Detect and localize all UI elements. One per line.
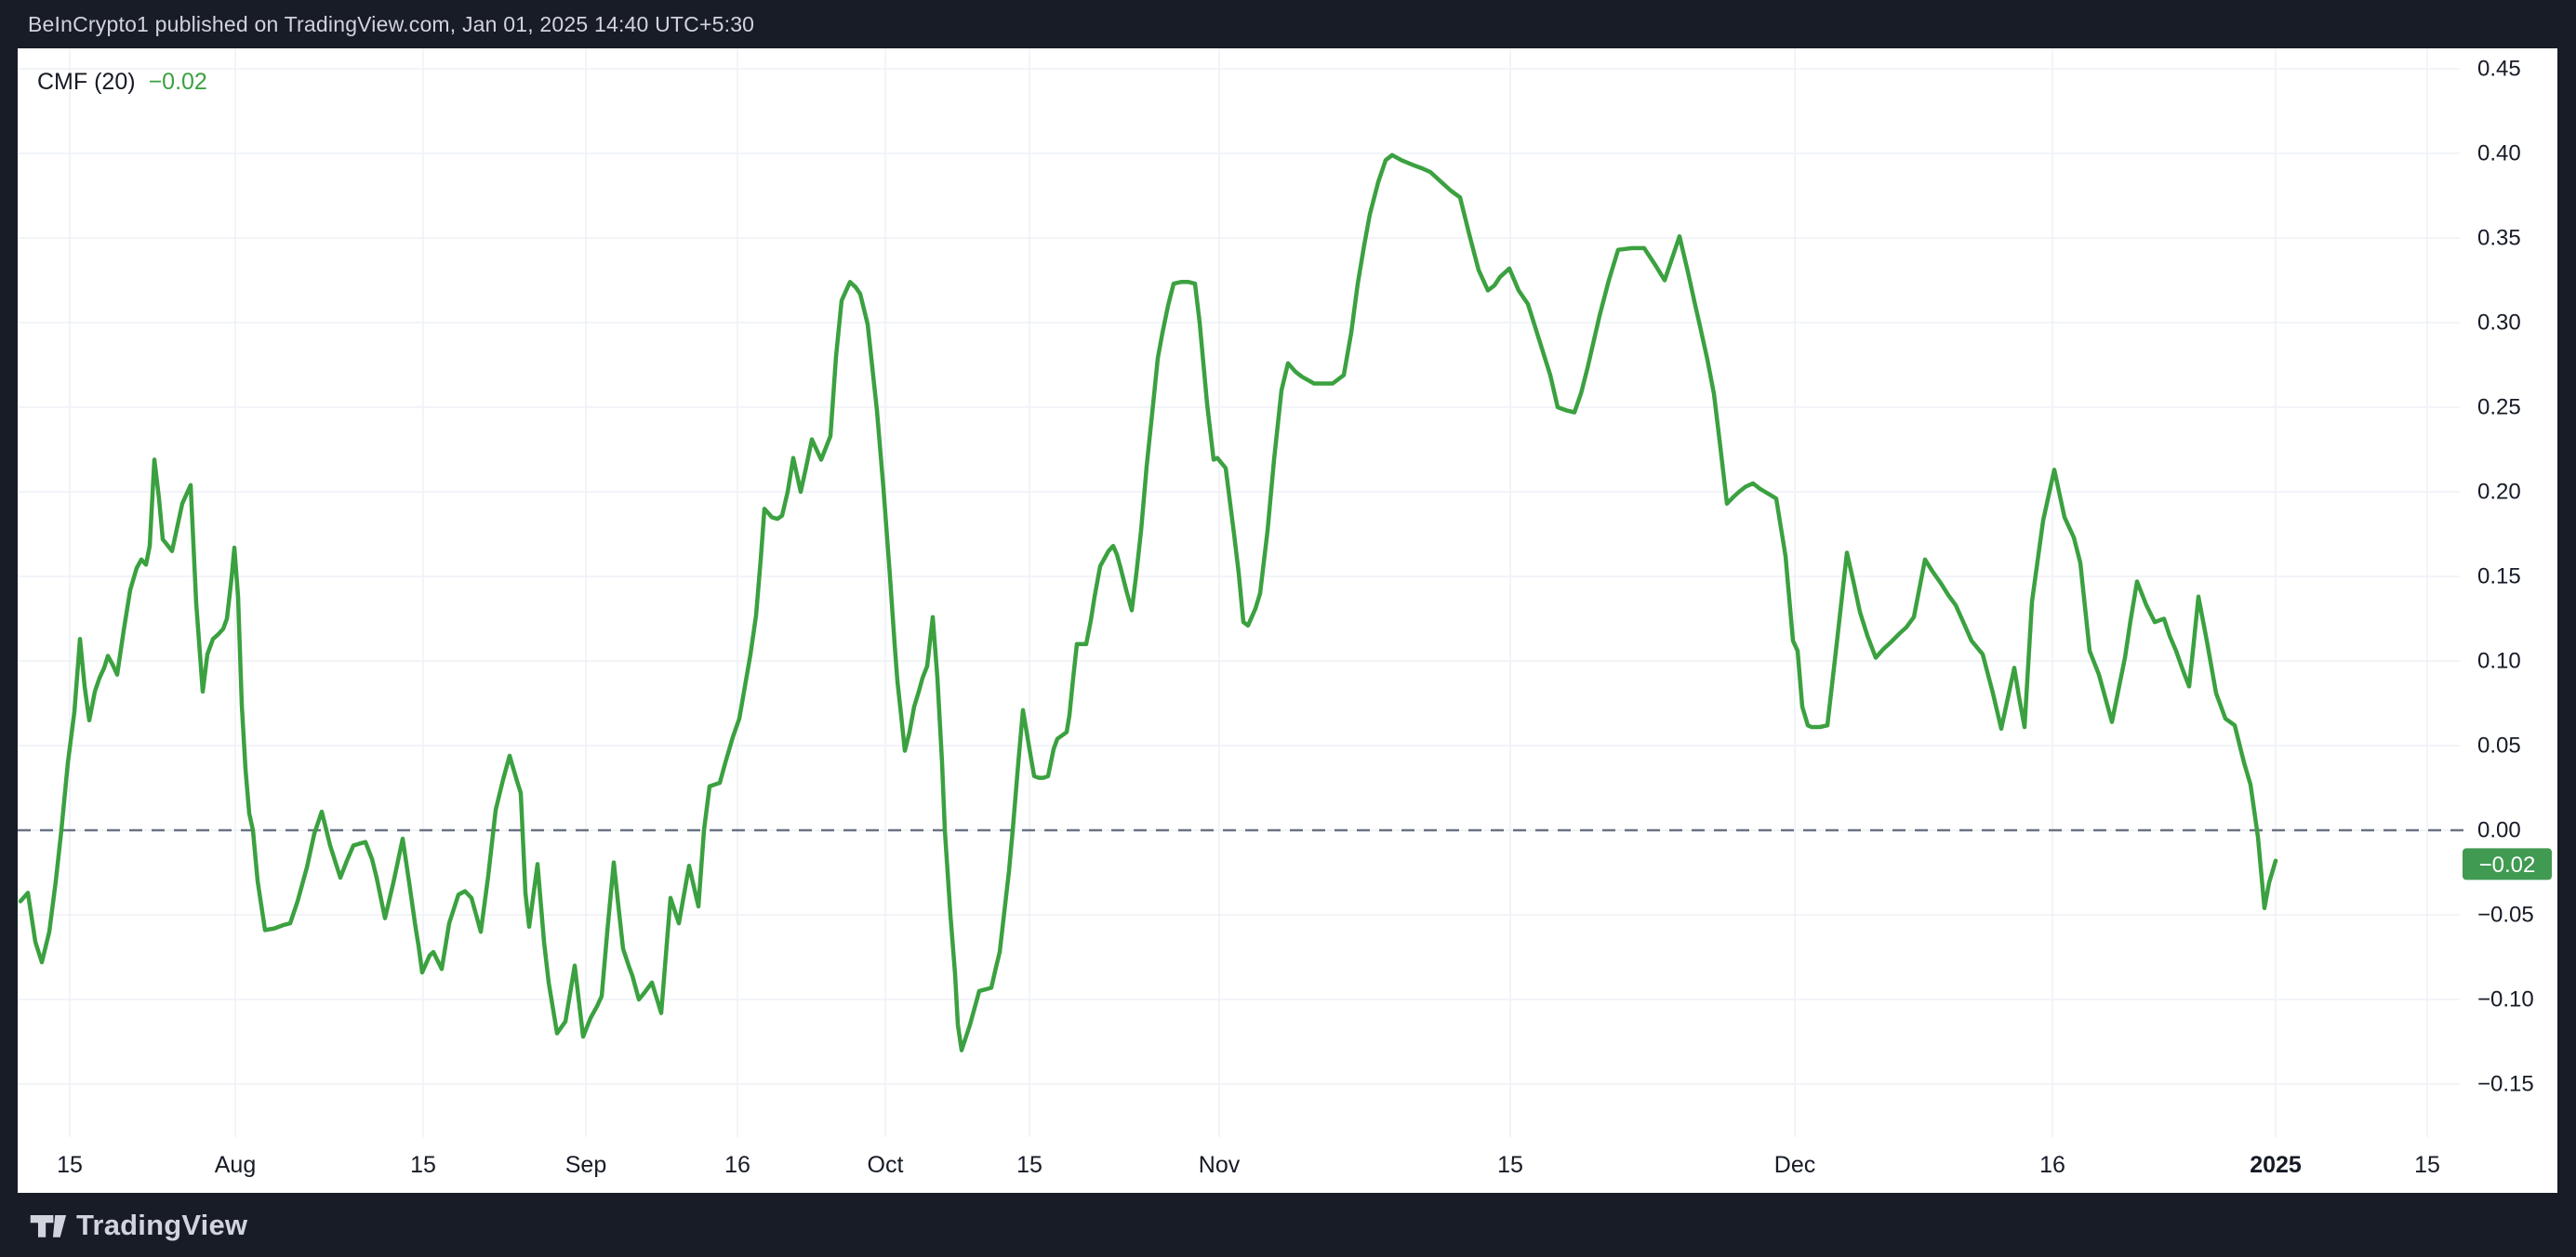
y-axis-label: 0.30 [2477, 311, 2521, 336]
x-axis-label: Nov [1199, 1152, 1241, 1178]
badge-value: −0.02 [2479, 853, 2536, 878]
x-axis-label: 16 [2039, 1152, 2065, 1178]
x-axis-label: 15 [1497, 1152, 1523, 1178]
footer-bar: TradingView [0, 1193, 2576, 1257]
y-axis-label: −0.10 [2477, 987, 2534, 1012]
y-axis-label: 0.05 [2477, 734, 2521, 759]
y-axis-label: −0.05 [2477, 903, 2534, 928]
indicator-name: CMF (20) [37, 69, 136, 95]
chart-area[interactable]: 0.45 0.40 0.35 0.30 0.25 0.20 0.15 0.10 0.05 0.00… [18, 48, 2557, 1193]
cmf-chart-canvas[interactable]: 0.45 0.40 0.35 0.30 0.25 0.20 0.15 0.10 0.05 0.00… [18, 48, 2557, 1193]
y-axis-label: 0.35 [2477, 226, 2521, 251]
indicator-value: −0.02 [148, 69, 207, 95]
x-axis-label: Sep [565, 1152, 606, 1178]
x-axis-label: Aug [215, 1152, 256, 1178]
y-axis-label: 0.45 [2477, 57, 2521, 82]
tradingview-brand-text: TradingView [76, 1208, 248, 1241]
x-axis-label: 15 [2414, 1152, 2440, 1178]
x-axis-label: Oct [868, 1152, 904, 1178]
x-axis-label: 15 [1016, 1152, 1042, 1178]
x-axis-label: 15 [410, 1152, 436, 1178]
tradingview-logo[interactable]: TradingView [28, 1206, 247, 1245]
last-value-badge: −0.02 [2463, 848, 2552, 880]
y-grid-and-labels[interactable]: 0.45 0.40 0.35 0.30 0.25 0.20 0.15 0.10 0.05 0.00… [18, 57, 2534, 1097]
page-frame: BeInCrypto1 published on TradingView.com… [0, 0, 2576, 1257]
y-axis-label: 0.20 [2477, 480, 2521, 505]
y-axis-label: 0.15 [2477, 564, 2521, 589]
x-axis-label: 16 [724, 1152, 750, 1178]
y-axis-label: 0.25 [2477, 395, 2521, 420]
x-axis-label: 15 [57, 1152, 83, 1178]
y-axis-label: 0.40 [2477, 141, 2521, 166]
cmf-line [18, 152, 2278, 1052]
indicator-legend: CMF (20) −0.02 [37, 69, 207, 96]
x-grid-and-labels[interactable]: 15 Aug 15 Sep 16 Oct 15 Nov 15 Dec 16 2025 15 [57, 48, 2440, 1178]
y-axis-label: −0.15 [2477, 1072, 2534, 1097]
publish-header-bar: BeInCrypto1 published on TradingView.com… [0, 0, 2576, 48]
y-axis-label: 0.10 [2477, 649, 2521, 674]
attribution-text: BeInCrypto1 published on TradingView.com… [28, 11, 755, 36]
tradingview-tv-icon [30, 1214, 67, 1237]
x-axis-label: 2025 [2250, 1152, 2302, 1178]
x-axis-label: Dec [1774, 1152, 1815, 1178]
y-axis-label: 0.00 [2477, 818, 2521, 843]
